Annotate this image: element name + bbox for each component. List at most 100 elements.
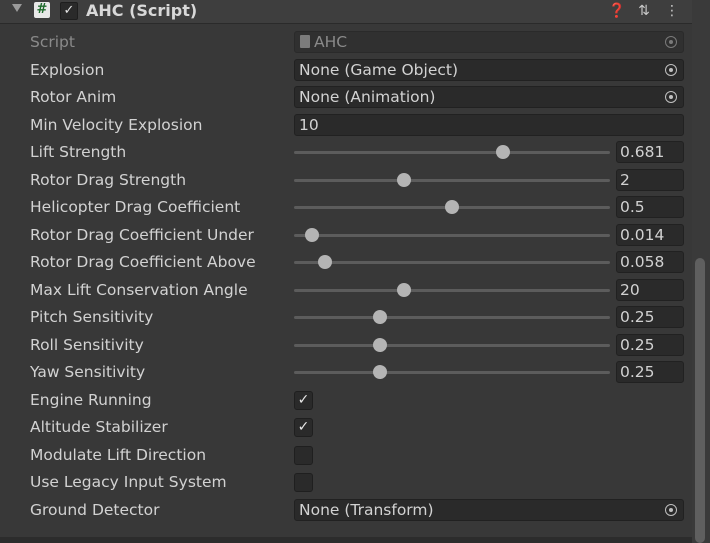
toggle-row: Use Legacy Input System (0, 469, 692, 496)
toggle-label: Engine Running (30, 391, 152, 409)
slider-label: Rotor Drag Coefficient Above (30, 253, 256, 271)
explosion-field[interactable]: None (Game Object) (294, 59, 684, 81)
slider-row: Pitch Sensitivity 0.25 (0, 304, 692, 331)
slider-track[interactable] (294, 151, 610, 154)
explosion-label: Explosion (30, 61, 105, 79)
slider-track[interactable] (294, 289, 610, 292)
rotor-anim-row: Rotor Anim None (Animation) (0, 84, 692, 111)
slider-value-input[interactable]: 0.058 (616, 251, 684, 273)
slider-value-input[interactable]: 2 (616, 169, 684, 191)
more-options-icon[interactable]: ⋮ (664, 2, 680, 20)
slider-value-input[interactable]: 0.5 (616, 196, 684, 218)
inspector-panel: # ✓ AHC (Script) ❓ ⇅ ⋮ Script AHC Explos… (0, 0, 710, 543)
use-legacy-input-checkbox[interactable] (294, 473, 313, 492)
object-picker-icon (665, 36, 677, 48)
slider-value-input[interactable]: 0.25 (616, 361, 684, 383)
toggle-row: Engine Running ✓ (0, 387, 692, 414)
altitude-stabilizer-checkbox[interactable]: ✓ (294, 418, 313, 437)
slider-row: Max Lift Conservation Angle 20 (0, 277, 692, 304)
foldout-arrow-icon[interactable] (12, 4, 22, 12)
object-picker-icon[interactable] (665, 91, 677, 103)
next-component-divider (0, 537, 692, 543)
vertical-scrollbar[interactable] (692, 0, 710, 543)
slider-thumb[interactable] (496, 145, 511, 159)
slider-value-text: 0.681 (620, 143, 665, 161)
modulate-lift-direction-checkbox[interactable] (294, 446, 313, 465)
component-header[interactable]: # ✓ AHC (Script) ❓ ⇅ ⋮ (0, 0, 692, 24)
slider-value-input[interactable]: 0.681 (616, 141, 684, 163)
toggle-label: Altitude Stabilizer (30, 418, 168, 436)
preset-icon[interactable]: ⇅ (636, 2, 652, 20)
slider-label: Yaw Sensitivity (30, 363, 146, 381)
scrollbar-thumb[interactable] (695, 258, 705, 543)
slider-thumb[interactable] (372, 338, 387, 352)
slider-label: Lift Strength (30, 143, 127, 161)
slider-value-text: 0.5 (620, 198, 645, 216)
explosion-row: Explosion None (Game Object) (0, 57, 692, 84)
rotor-anim-field[interactable]: None (Animation) (294, 86, 684, 108)
slider-track[interactable] (294, 261, 610, 264)
slider-value-text: 20 (620, 281, 640, 299)
script-asset-icon (300, 35, 310, 48)
slider-row: Rotor Drag Coefficient Above 0.058 (0, 249, 692, 276)
script-field: AHC (294, 31, 684, 53)
engine-running-checkbox[interactable]: ✓ (294, 391, 313, 410)
slider-value-text: 0.25 (620, 363, 655, 381)
slider-row: Rotor Drag Strength 2 (0, 167, 692, 194)
min-velocity-row: Min Velocity Explosion 10 (0, 112, 692, 139)
toggle-row: Modulate Lift Direction (0, 442, 692, 469)
slider-label: Max Lift Conservation Angle (30, 281, 248, 299)
ground-detector-field[interactable]: None (Transform) (294, 499, 684, 521)
slider-value-text: 0.25 (620, 308, 655, 326)
slider-value-text: 0.25 (620, 336, 655, 354)
script-label: Script (30, 33, 75, 51)
toggle-label: Use Legacy Input System (30, 473, 227, 491)
slider-value-input[interactable]: 0.25 (616, 334, 684, 356)
slider-value-text: 2 (620, 171, 630, 189)
component-title: AHC (Script) (86, 1, 198, 20)
min-velocity-label: Min Velocity Explosion (30, 116, 203, 134)
slider-row: Yaw Sensitivity 0.25 (0, 359, 692, 386)
slider-value-text: 0.014 (620, 226, 665, 244)
help-icon[interactable]: ❓ (608, 2, 625, 20)
toggle-row: Altitude Stabilizer ✓ (0, 414, 692, 441)
slider-track[interactable] (294, 234, 610, 237)
rotor-anim-field-value: None (Animation) (299, 88, 436, 106)
slider-track[interactable] (294, 371, 610, 374)
script-row: Script AHC (0, 29, 692, 56)
ground-detector-field-value: None (Transform) (299, 501, 434, 519)
slider-value-input[interactable]: 20 (616, 279, 684, 301)
ground-detector-label: Ground Detector (30, 501, 160, 519)
slider-label: Roll Sensitivity (30, 336, 144, 354)
script-icon: # (34, 2, 50, 18)
slider-label: Helicopter Drag Coefficient (30, 198, 241, 216)
slider-row: Helicopter Drag Coefficient 0.5 (0, 194, 692, 221)
slider-thumb[interactable] (372, 365, 387, 379)
min-velocity-input[interactable]: 10 (294, 114, 684, 136)
slider-label: Pitch Sensitivity (30, 308, 154, 326)
object-picker-icon[interactable] (665, 64, 677, 76)
slider-thumb[interactable] (372, 310, 387, 324)
slider-row: Rotor Drag Coefficient Under 0.014 (0, 222, 692, 249)
toggle-label: Modulate Lift Direction (30, 446, 207, 464)
slider-track[interactable] (294, 316, 610, 319)
slider-value-text: 0.058 (620, 253, 665, 271)
slider-thumb[interactable] (304, 228, 319, 242)
slider-track[interactable] (294, 344, 610, 347)
script-field-value: AHC (314, 33, 348, 51)
ground-detector-row: Ground Detector None (Transform) (0, 497, 692, 524)
component-enabled-checkbox[interactable]: ✓ (60, 2, 78, 20)
slider-thumb[interactable] (396, 173, 411, 187)
slider-thumb[interactable] (396, 283, 411, 297)
slider-row: Lift Strength 0.681 (0, 139, 692, 166)
slider-track[interactable] (294, 179, 610, 182)
slider-value-input[interactable]: 0.014 (616, 224, 684, 246)
min-velocity-value: 10 (299, 116, 319, 134)
slider-thumb[interactable] (445, 200, 459, 214)
rotor-anim-label: Rotor Anim (30, 88, 117, 106)
slider-value-input[interactable]: 0.25 (616, 306, 684, 328)
slider-thumb[interactable] (318, 255, 333, 269)
slider-label: Rotor Drag Strength (30, 171, 187, 189)
explosion-field-value: None (Game Object) (299, 61, 459, 79)
object-picker-icon[interactable] (665, 504, 677, 516)
